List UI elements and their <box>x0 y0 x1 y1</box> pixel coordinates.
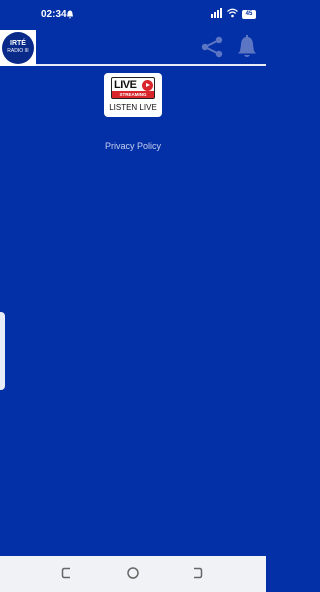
live-streaming-badge: LIVE STREAMING <box>111 77 155 99</box>
status-bar: 02:34 45 <box>0 0 266 30</box>
home-icon[interactable] <box>126 566 140 580</box>
battery-indicator: 45 <box>242 10 256 19</box>
signal-icon <box>211 8 222 18</box>
notification-bell-icon[interactable] <box>236 35 258 59</box>
side-drawer-handle[interactable] <box>0 312 5 390</box>
streaming-strip: STREAMING <box>112 91 154 98</box>
listen-live-button[interactable]: LIVE STREAMING LISTEN LIVE <box>104 73 162 117</box>
listen-live-label: LISTEN LIVE <box>109 103 157 112</box>
play-icon <box>142 80 153 91</box>
status-time: 02:34 <box>41 9 67 20</box>
back-icon[interactable] <box>60 566 74 580</box>
app-bar <box>0 30 266 64</box>
recents-icon[interactable] <box>190 566 204 580</box>
bell-icon <box>67 10 73 19</box>
share-icon[interactable] <box>200 35 224 59</box>
app-bar-divider <box>0 64 266 66</box>
logo-line1: IRTÉ <box>10 40 26 47</box>
app-logo: IRTÉ RADIO III <box>0 30 36 66</box>
live-badge-word: LIVE <box>114 79 137 91</box>
logo-badge: IRTÉ RADIO III <box>2 32 34 64</box>
privacy-policy-link[interactable]: Privacy Policy <box>0 141 266 151</box>
logo-line2: RADIO III <box>7 48 29 54</box>
navigation-bar <box>0 556 266 592</box>
wifi-icon <box>227 8 238 18</box>
